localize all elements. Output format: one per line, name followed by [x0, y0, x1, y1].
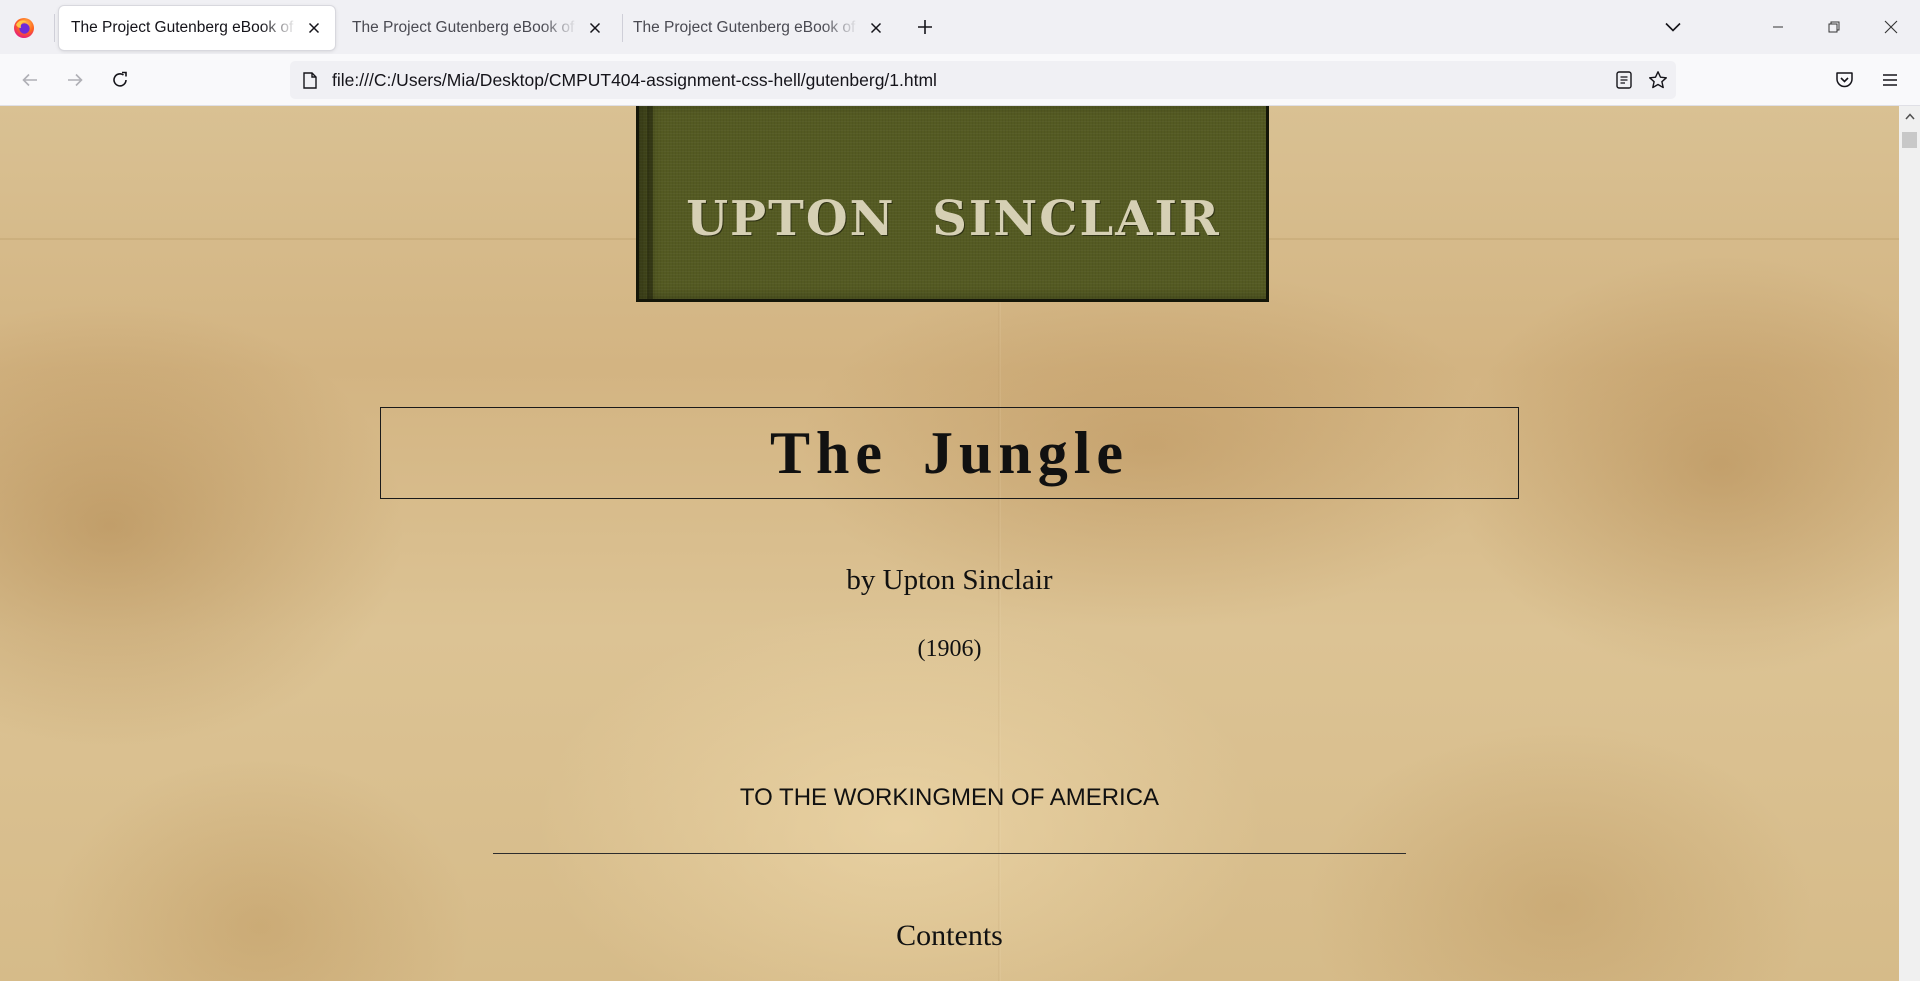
reader-view-icon[interactable]	[1608, 64, 1640, 96]
author-byline: by Upton Sinclair	[846, 564, 1053, 596]
cover-author: UPTON SINCLAIR	[686, 191, 1221, 247]
publication-year: (1906)	[917, 636, 982, 662]
scroll-up-arrow-icon[interactable]	[1899, 106, 1920, 126]
minimize-icon[interactable]	[1755, 0, 1801, 54]
pocket-icon[interactable]	[1828, 64, 1860, 96]
plus-icon[interactable]	[912, 14, 938, 40]
scrollbar-thumb[interactable]	[1902, 132, 1917, 148]
close-window-icon[interactable]	[1868, 0, 1914, 54]
tab-title: The Project Gutenberg eBook of The Jungl…	[633, 19, 859, 36]
horizontal-rule	[493, 853, 1406, 854]
contents-heading: Contents	[896, 919, 1003, 952]
page-content: UPTON SINCLAIR The Jungle by Upton Sincl…	[0, 106, 1899, 981]
vertical-scrollbar[interactable]	[1899, 106, 1920, 981]
navigation-toolbar: file:///C:/Users/Mia/Desktop/CMPUT404-as…	[0, 54, 1920, 106]
close-icon[interactable]	[865, 17, 887, 39]
dedication: TO THE WORKINGMEN OF AMERICA	[739, 784, 1160, 811]
tab-1[interactable]: The Project Gutenberg eBook of The Jungl…	[59, 6, 335, 50]
tab-title: The Project Gutenberg eBook of The Jungl…	[352, 19, 578, 36]
reload-icon[interactable]	[104, 64, 136, 96]
hamburger-menu-icon[interactable]	[1874, 64, 1906, 96]
tab-3[interactable]: The Project Gutenberg eBook of The Jungl…	[621, 6, 897, 50]
firefox-logo-icon[interactable]	[12, 16, 36, 40]
restore-icon[interactable]	[1811, 0, 1857, 54]
address-bar[interactable]: file:///C:/Users/Mia/Desktop/CMPUT404-as…	[290, 61, 1676, 99]
book-cover-image: UPTON SINCLAIR	[636, 106, 1269, 302]
page-icon	[300, 70, 320, 90]
book-title: The Jungle	[769, 419, 1130, 486]
close-icon[interactable]	[584, 17, 606, 39]
arrow-right-icon[interactable]	[59, 64, 91, 96]
close-icon[interactable]	[303, 17, 325, 39]
tab-title: The Project Gutenberg eBook of The Jungl…	[71, 19, 297, 36]
tab-2[interactable]: The Project Gutenberg eBook of The Jungl…	[340, 6, 616, 50]
tab-strip: The Project Gutenberg eBook of The Jungl…	[0, 0, 1920, 54]
chevron-down-icon[interactable]	[1660, 14, 1686, 40]
title-box: The Jungle	[380, 407, 1519, 499]
arrow-left-icon[interactable]	[14, 64, 46, 96]
star-icon[interactable]	[1642, 64, 1674, 96]
url-text[interactable]: file:///C:/Users/Mia/Desktop/CMPUT404-as…	[332, 70, 1608, 91]
